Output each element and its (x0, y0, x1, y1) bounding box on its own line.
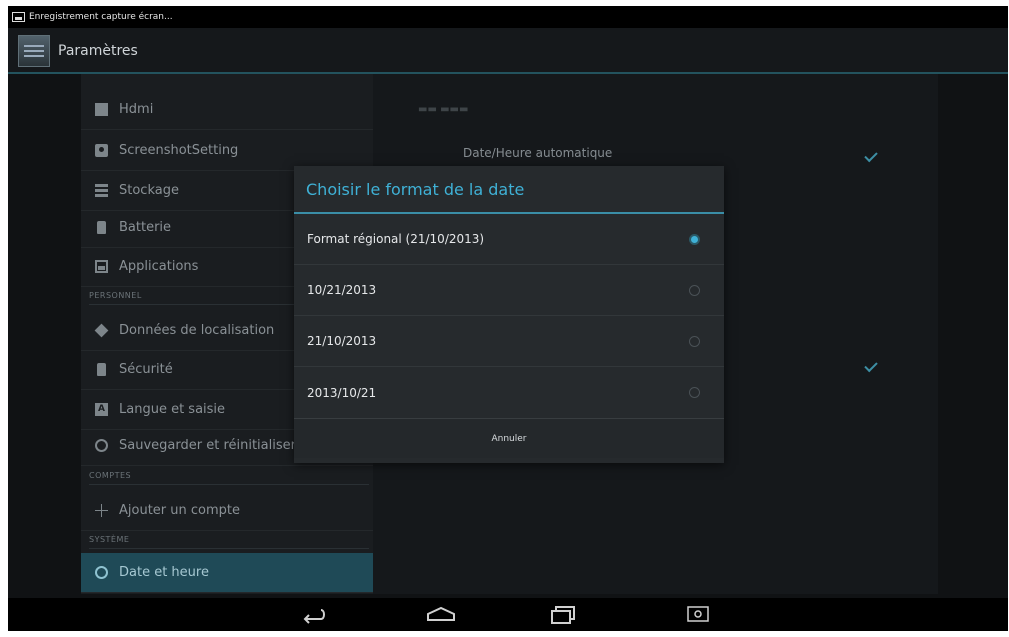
settings-item-label: Batterie (119, 220, 172, 235)
hdmi-icon (95, 103, 108, 116)
restore-icon (95, 439, 108, 452)
page-title: Paramètres (58, 42, 138, 59)
status-notification-text: Enregistrement capture écran... (29, 12, 173, 22)
back-icon[interactable] (301, 606, 325, 624)
settings-item-label: Sécurité (119, 362, 173, 377)
date-format-option-mdy[interactable]: 10/21/2013 (294, 265, 724, 316)
action-bar: Paramètres (8, 28, 1008, 73)
tablet-screen: Enregistrement capture écran... Paramètr… (8, 6, 1008, 631)
settings-item-label: Stockage (119, 183, 179, 198)
dialog-title: Choisir le format de la date (294, 166, 724, 214)
radio-icon[interactable] (689, 387, 700, 398)
settings-app-icon[interactable] (18, 34, 50, 67)
settings-item-label: ScreenshotSetting (119, 143, 239, 158)
settings-item-label: Données de localisation (119, 323, 275, 338)
clock-icon (95, 566, 108, 579)
auto-date-checkbox[interactable] (864, 148, 878, 163)
auto-timezone-checkbox[interactable] (864, 358, 878, 373)
settings-item-label: Date et heure (119, 565, 209, 580)
location-icon (94, 323, 109, 338)
battery-icon (97, 221, 106, 234)
radio-icon[interactable] (689, 335, 700, 347)
option-label: 2013/10/21 (307, 385, 377, 400)
option-label: 21/10/2013 (307, 334, 377, 348)
storage-icon (95, 184, 108, 197)
radio-selected-icon[interactable] (691, 235, 698, 243)
option-label: Format régional (21/10/2013) (307, 232, 485, 246)
auto-date-time-label[interactable]: Date/Heure automatique (463, 146, 612, 160)
partial-list-item (81, 70, 373, 88)
settings-item-label: Ajouter un compte (119, 503, 240, 518)
home-icon[interactable] (426, 606, 456, 622)
category-header-systeme: SYSTÈME (89, 531, 369, 549)
cancel-button[interactable]: Annuler (294, 418, 724, 458)
plus-icon (95, 504, 108, 517)
date-format-dialog: Choisir le format de la date Format régi… (294, 166, 724, 463)
camera-icon (95, 144, 108, 157)
settings-item-label: Hdmi (119, 102, 154, 117)
settings-item-hdmi[interactable]: Hdmi (81, 90, 373, 130)
status-bar: Enregistrement capture écran... (8, 6, 1008, 28)
lock-icon (97, 363, 106, 376)
screenshot-notification-icon (12, 12, 25, 22)
date-format-option-dmy[interactable]: 21/10/2013 (294, 316, 724, 367)
settings-item-add-account[interactable]: Ajouter un compte (81, 491, 373, 531)
section-header-blurred: ▬▬ ▬▬▬ (418, 104, 469, 115)
apps-icon (95, 260, 108, 273)
option-label: 10/21/2013 (307, 283, 377, 297)
settings-item-label: Applications (119, 259, 199, 274)
settings-item-date-time[interactable]: Date et heure (81, 553, 373, 593)
settings-item-screenshot[interactable]: ScreenshotSetting (81, 131, 373, 171)
navigation-bar (8, 598, 1008, 631)
radio-icon[interactable] (689, 284, 700, 296)
language-icon: A (95, 403, 108, 416)
date-format-option-regional[interactable]: Format régional (21/10/2013) (294, 214, 724, 265)
screenshot-icon[interactable] (687, 606, 709, 622)
date-format-option-ymd[interactable]: 2013/10/21 (294, 367, 724, 418)
settings-item-label: Sauvegarder et réinitialiser (119, 438, 296, 453)
recent-apps-icon[interactable] (550, 606, 576, 624)
settings-item-label: Langue et saisie (119, 402, 226, 417)
category-header-comptes: COMPTES (89, 467, 369, 485)
